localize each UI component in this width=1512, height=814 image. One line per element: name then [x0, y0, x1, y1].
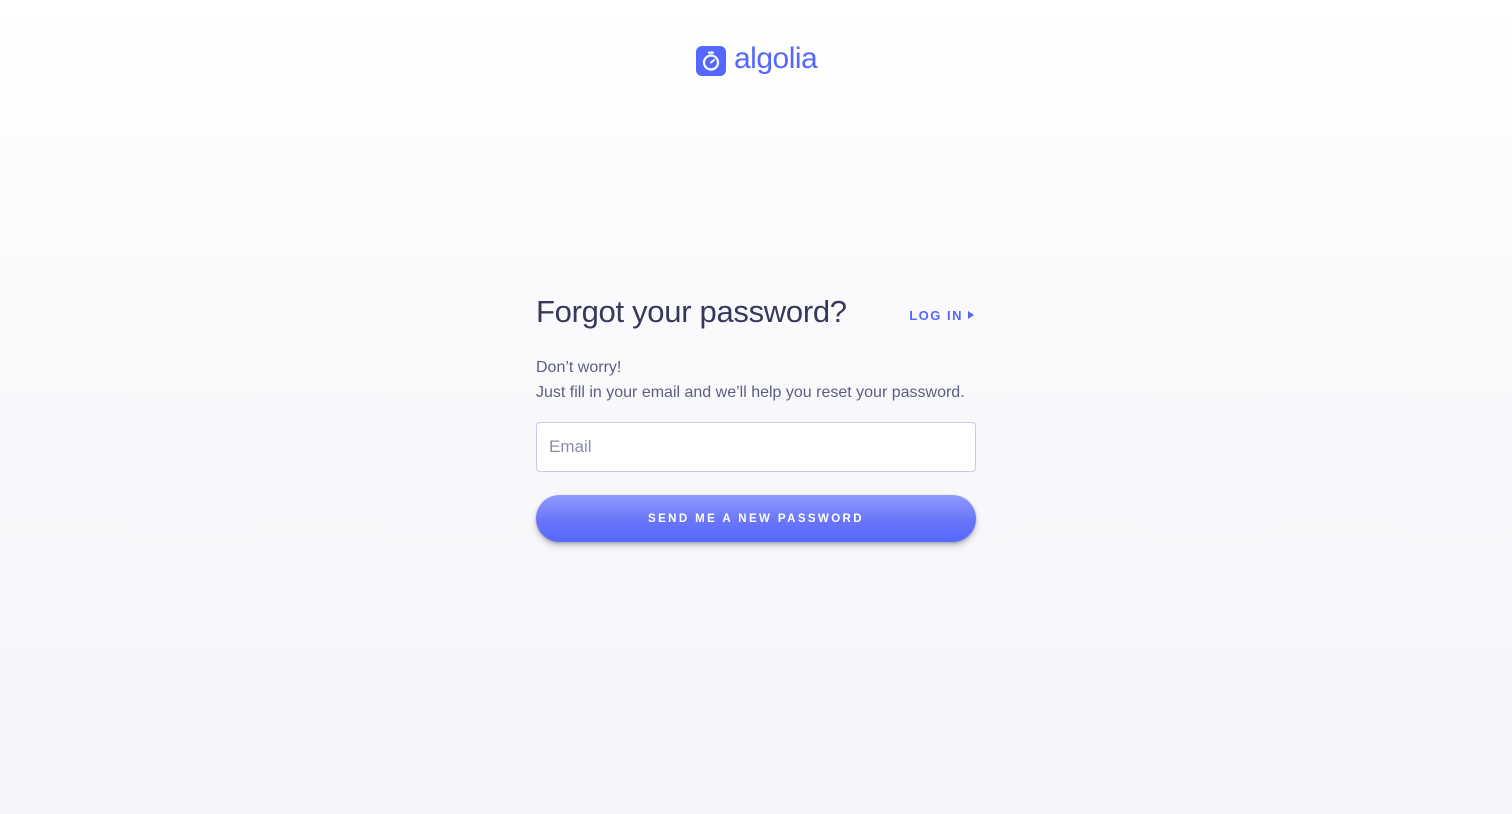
description-line-1: Don’t worry! — [536, 359, 622, 376]
brand-name: algolia — [734, 42, 818, 75]
send-new-password-button[interactable]: SEND ME A NEW PASSWORD — [536, 495, 976, 542]
email-input[interactable] — [536, 422, 976, 472]
forgot-password-panel: Forgot your password? LOG IN Don’t worry… — [536, 290, 976, 542]
login-link[interactable]: LOG IN — [909, 308, 974, 323]
play-triangle-icon — [968, 311, 974, 319]
description-line-2: Just fill in your email and we’ll help y… — [536, 384, 965, 401]
algolia-logo[interactable]: algolia — [696, 42, 818, 78]
description: Don’t worry! Just fill in your email and… — [536, 355, 976, 405]
stopwatch-icon — [696, 46, 726, 76]
panel-header: Forgot your password? LOG IN — [536, 290, 976, 334]
login-link-label: LOG IN — [909, 307, 963, 323]
page-title: Forgot your password? — [536, 294, 847, 329]
